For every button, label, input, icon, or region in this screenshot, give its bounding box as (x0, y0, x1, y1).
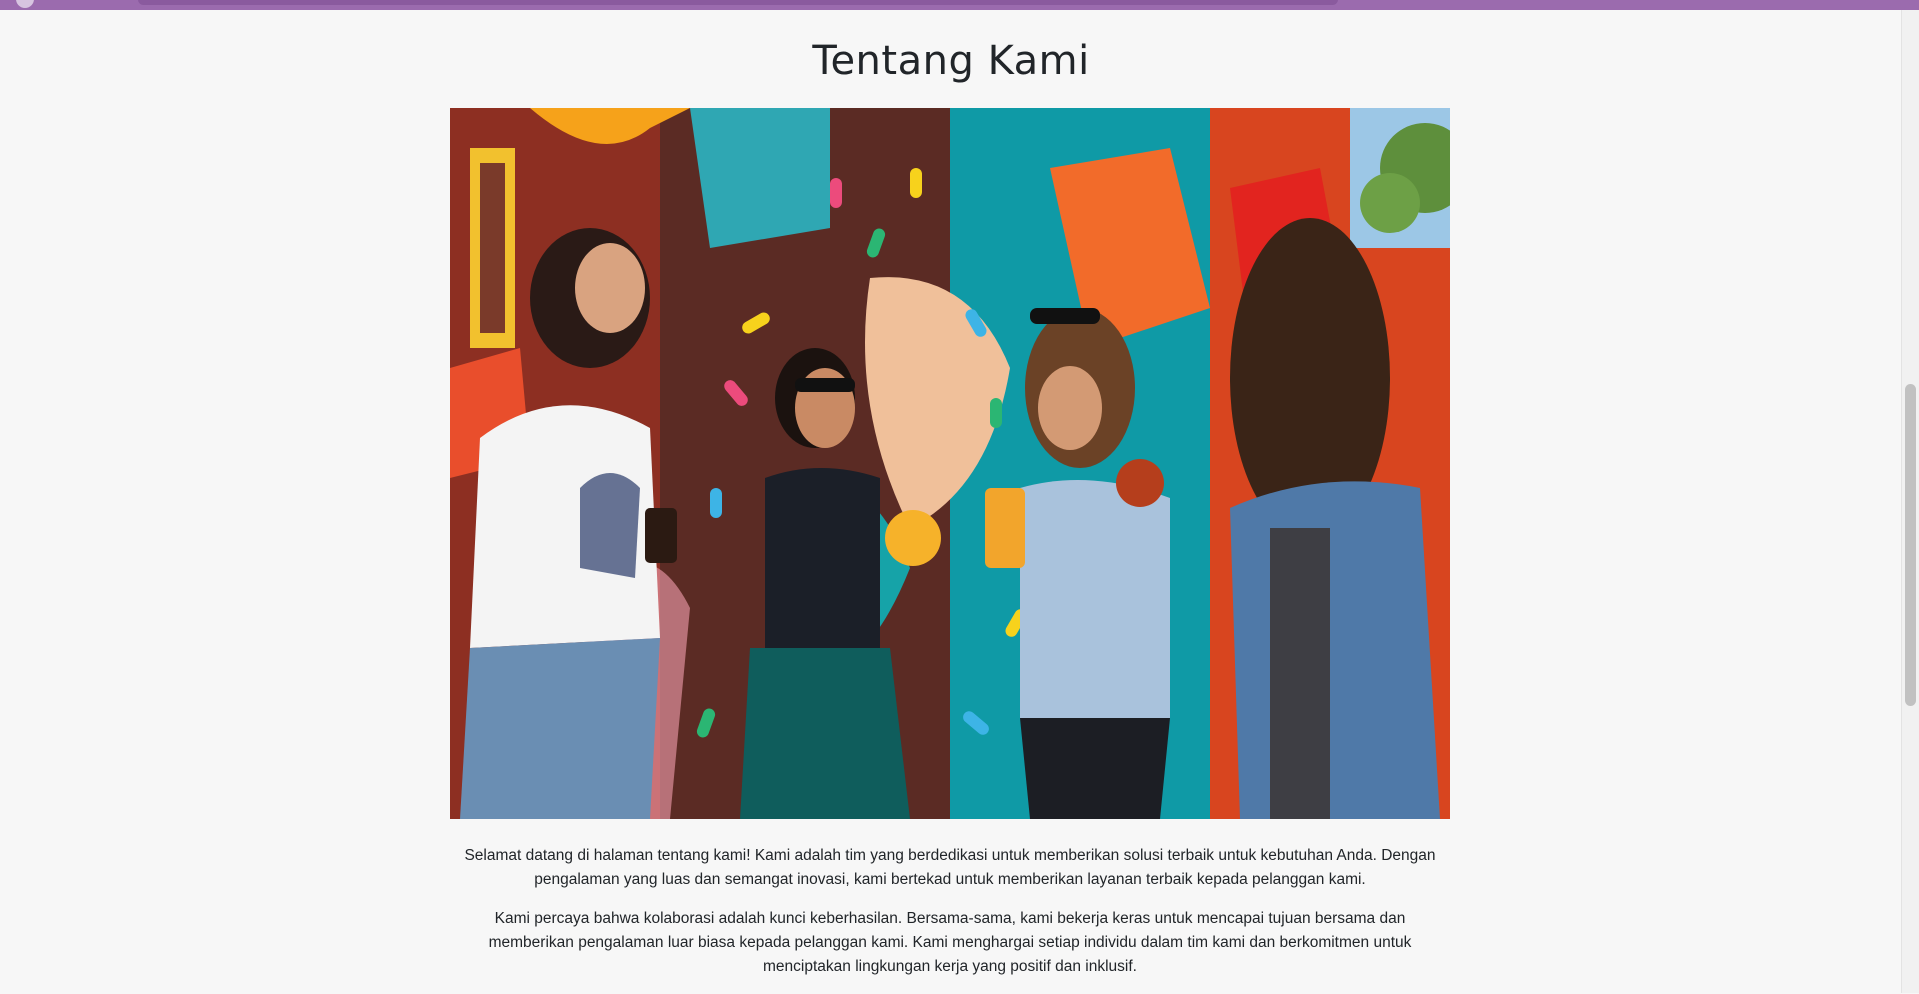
page-title: Tentang Kami (812, 38, 1090, 84)
hero-image (450, 108, 1450, 819)
scrollbar-thumb[interactable] (1905, 384, 1916, 706)
top-navbar (0, 0, 1919, 10)
about-text: Selamat datang di halaman tentang kami! … (450, 844, 1450, 994)
page-scrollbar[interactable] (1901, 10, 1919, 993)
navbar-search-bar[interactable] (138, 0, 1338, 5)
about-paragraph-2: Kami percaya bahwa kolaborasi adalah kun… (488, 910, 1412, 975)
logo-icon[interactable] (16, 0, 34, 8)
about-paragraph-1: Selamat datang di halaman tentang kami! … (464, 847, 1436, 888)
